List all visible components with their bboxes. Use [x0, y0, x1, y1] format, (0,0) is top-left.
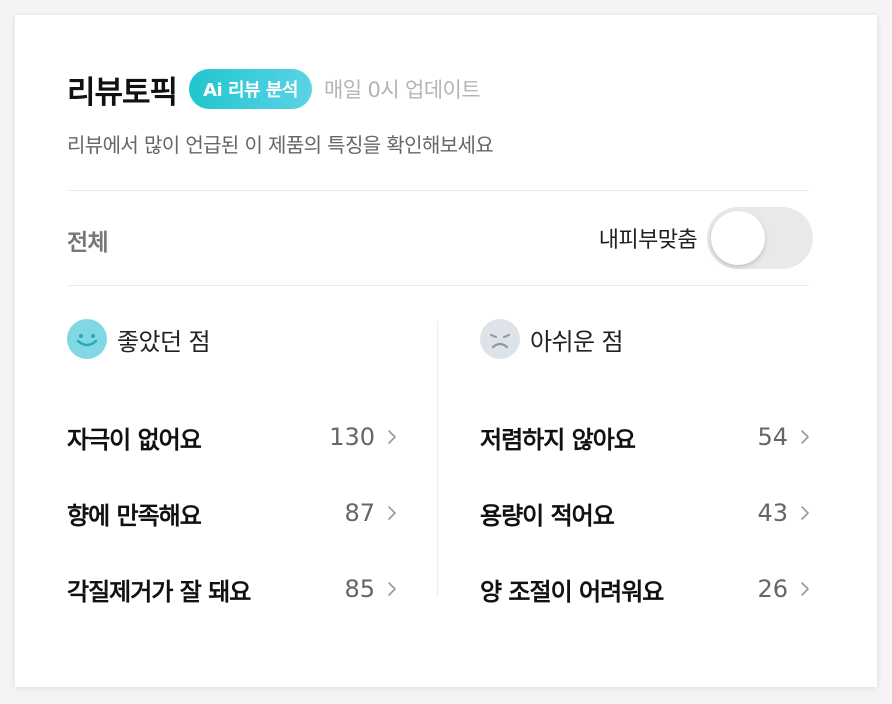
toggle-knob: [711, 211, 765, 265]
review-topic-card: 리뷰토픽 Ai 리뷰 분석 매일 0시 업데이트 리뷰에서 많이 언급된 이 제…: [15, 15, 877, 687]
topic-label: 자극이 없어요: [67, 425, 202, 454]
topic-label: 양 조절이 어려워요: [480, 577, 664, 606]
negative-topic-item[interactable]: 양 조절이 어려워요 26: [480, 569, 810, 609]
column-divider: [437, 321, 438, 597]
page-title: 리뷰토픽: [67, 74, 178, 111]
sad-face-icon: [480, 319, 520, 359]
update-note: 매일 0시 업데이트: [323, 78, 481, 102]
ai-badge: Ai 리뷰 분석: [189, 69, 312, 109]
positive-title: 좋았던 점: [117, 327, 211, 356]
topic-count: 130: [329, 423, 375, 451]
negative-title: 아쉬운 점: [530, 327, 624, 356]
my-skin-toggle[interactable]: 내피부맞춤: [599, 207, 813, 269]
toggle-label: 내피부맞춤: [598, 228, 698, 253]
negative-header: 아쉬운 점: [480, 315, 810, 363]
header-row: 리뷰토픽 Ai 리뷰 분석 매일 0시 업데이트: [67, 67, 481, 111]
chevron-right-icon: [388, 582, 396, 596]
filter-row: 전체 내피부맞춤: [67, 205, 813, 273]
toggle-switch[interactable]: [707, 207, 813, 269]
subtitle: 리뷰에서 많이 언급된 이 제품의 특징을 확인해보세요: [67, 133, 494, 157]
chevron-right-icon: [801, 506, 809, 520]
positive-topic-item[interactable]: 향에 만족해요 87: [67, 493, 397, 533]
negative-column: 아쉬운 점 저렴하지 않아요 54 용량이 적어요 43 양 조절이 어려워요 …: [480, 315, 810, 606]
topic-label: 저렴하지 않아요: [480, 425, 636, 454]
topic-label: 각질제거가 잘 돼요: [67, 577, 251, 606]
negative-topic-item[interactable]: 용량이 적어요 43: [480, 493, 810, 533]
divider-bottom: [67, 285, 809, 286]
chevron-right-icon: [801, 430, 809, 444]
chevron-right-icon: [801, 582, 809, 596]
chevron-right-icon: [388, 506, 396, 520]
topic-count: 85: [344, 575, 375, 603]
topic-label: 용량이 적어요: [480, 501, 615, 530]
topic-count: 87: [344, 499, 375, 527]
divider-top: [67, 190, 809, 191]
filter-all-label: 전체: [67, 230, 109, 256]
positive-topic-item[interactable]: 자극이 없어요 130: [67, 417, 397, 457]
positive-topic-item[interactable]: 각질제거가 잘 돼요 85: [67, 569, 397, 609]
positive-header: 좋았던 점: [67, 315, 397, 363]
topic-label: 향에 만족해요: [67, 501, 202, 530]
chevron-right-icon: [388, 430, 396, 444]
topic-count: 43: [757, 499, 788, 527]
happy-face-icon: [67, 319, 107, 359]
negative-topic-item[interactable]: 저렴하지 않아요 54: [480, 417, 810, 457]
positive-column: 좋았던 점 자극이 없어요 130 향에 만족해요 87 각질제거가 잘 돼요 …: [67, 315, 397, 606]
topic-count: 26: [757, 575, 788, 603]
topic-count: 54: [757, 423, 788, 451]
